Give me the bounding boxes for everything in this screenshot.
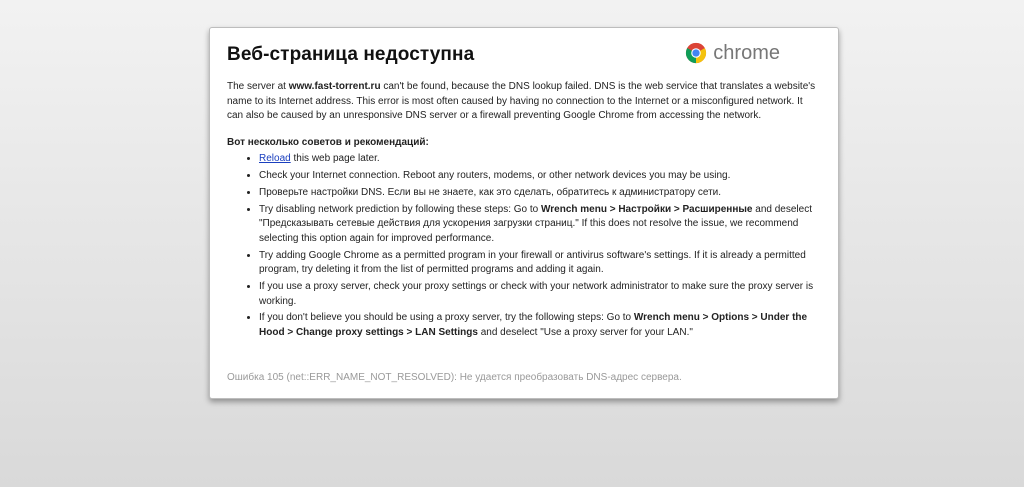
page-title: Веб-страница недоступна xyxy=(227,44,475,65)
error-content: The server at www.fast-torrent.ru can't … xyxy=(227,80,819,343)
list-item: If you don't believe you should be using… xyxy=(259,311,819,340)
list-item: Try disabling network prediction by foll… xyxy=(259,203,819,247)
list-item: Reload this web page later. xyxy=(259,152,819,167)
list-item: If you use a proxy server, check your pr… xyxy=(259,280,819,309)
brand-text: chrome xyxy=(713,41,780,64)
chrome-logo-icon xyxy=(685,42,707,64)
settings-path: Wrench menu > Настройки > Расширенные xyxy=(541,203,753,215)
tips-list: Reload this web page later. Check your I… xyxy=(227,152,819,340)
server-hostname: www.fast-torrent.ru xyxy=(288,81,381,92)
list-item: Try adding Google Chrome as a permitted … xyxy=(259,249,819,278)
reload-link[interactable]: Reload xyxy=(259,153,291,164)
error-card: Веб-страница недоступна chrome The serve… xyxy=(209,27,839,399)
tips-heading: Вот несколько советов и рекомендаций: xyxy=(227,136,429,148)
list-item: Check your Internet connection. Reboot a… xyxy=(259,169,819,184)
chrome-brand: chrome xyxy=(685,40,780,66)
list-item: Проверьте настройки DNS. Если вы не знае… xyxy=(259,186,819,201)
error-description: The server at www.fast-torrent.ru can't … xyxy=(227,81,816,122)
error-code: Ошибка 105 (net::ERR_NAME_NOT_RESOLVED):… xyxy=(227,372,682,383)
